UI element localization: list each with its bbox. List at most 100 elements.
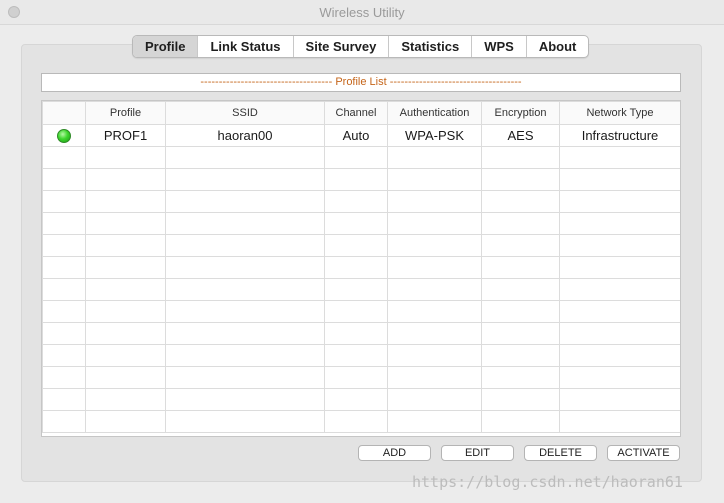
status-cell — [42, 124, 86, 147]
empty-cell — [387, 256, 482, 279]
empty-cell — [559, 322, 680, 345]
empty-table-row[interactable] — [42, 256, 680, 279]
empty-cell — [324, 234, 388, 257]
profile-list-header: ------------------------------------ Pro… — [41, 73, 681, 92]
empty-cell — [481, 366, 560, 389]
column-header-network-type[interactable]: Network Type — [559, 101, 680, 125]
empty-cell — [387, 190, 482, 213]
empty-cell — [481, 256, 560, 279]
empty-table-row[interactable] — [42, 168, 680, 191]
empty-cell — [85, 190, 166, 213]
empty-table-row[interactable] — [42, 212, 680, 235]
empty-cell — [387, 300, 482, 323]
empty-table-row[interactable] — [42, 344, 680, 367]
empty-cell — [481, 344, 560, 367]
empty-cell — [165, 212, 325, 235]
tab-about[interactable]: About — [527, 36, 589, 57]
column-header-profile[interactable]: Profile — [85, 101, 166, 125]
table-row[interactable]: PROF1 haoran00 Auto WPA-PSK AES Infrastr… — [42, 124, 680, 147]
empty-cell — [42, 146, 86, 169]
ssid-cell: haoran00 — [165, 124, 325, 147]
empty-cell — [387, 234, 482, 257]
empty-cell — [324, 146, 388, 169]
empty-cell — [85, 212, 166, 235]
empty-cell — [481, 388, 560, 411]
tab-link-status[interactable]: Link Status — [198, 36, 294, 57]
empty-cell — [85, 256, 166, 279]
empty-table-row[interactable] — [42, 366, 680, 389]
empty-cell — [324, 344, 388, 367]
empty-table-row[interactable] — [42, 190, 680, 213]
empty-cell — [165, 190, 325, 213]
empty-cell — [42, 366, 86, 389]
empty-cell — [559, 300, 680, 323]
window-title: Wireless Utility — [319, 5, 405, 20]
empty-table-row[interactable] — [42, 146, 680, 169]
empty-cell — [481, 300, 560, 323]
empty-cell — [559, 388, 680, 411]
encryption-cell: AES — [481, 124, 560, 147]
empty-table-row[interactable] — [42, 410, 680, 433]
empty-cell — [85, 300, 166, 323]
empty-cell — [324, 322, 388, 345]
empty-cell — [324, 410, 388, 433]
empty-table-row[interactable] — [42, 322, 680, 345]
empty-cell — [165, 234, 325, 257]
empty-table-row[interactable] — [42, 278, 680, 301]
empty-cell — [559, 410, 680, 433]
empty-cell — [324, 366, 388, 389]
edit-button[interactable]: EDIT — [441, 445, 514, 461]
empty-cell — [42, 278, 86, 301]
empty-cell — [85, 366, 166, 389]
empty-table-row[interactable] — [42, 388, 680, 411]
column-header-ssid[interactable]: SSID — [165, 101, 325, 125]
tab-statistics[interactable]: Statistics — [389, 36, 473, 57]
empty-cell — [85, 344, 166, 367]
empty-cell — [165, 410, 325, 433]
empty-cell — [387, 410, 482, 433]
empty-cell — [85, 322, 166, 345]
column-header-encryption[interactable]: Encryption — [481, 101, 560, 125]
empty-cell — [42, 190, 86, 213]
column-header-status — [42, 101, 86, 125]
empty-cell — [85, 168, 166, 191]
empty-cell — [324, 300, 388, 323]
empty-cell — [481, 234, 560, 257]
empty-cell — [481, 212, 560, 235]
tab-wps[interactable]: WPS — [472, 36, 527, 57]
empty-cell — [42, 388, 86, 411]
empty-cell — [42, 168, 86, 191]
empty-cell — [85, 388, 166, 411]
empty-cell — [85, 410, 166, 433]
empty-table-row[interactable] — [42, 234, 680, 257]
empty-cell — [85, 146, 166, 169]
empty-cell — [559, 212, 680, 235]
empty-cell — [387, 278, 482, 301]
empty-cell — [481, 146, 560, 169]
network-type-cell: Infrastructure — [559, 124, 680, 147]
add-button[interactable]: ADD — [358, 445, 431, 461]
empty-cell — [481, 168, 560, 191]
tab-profile[interactable]: Profile — [133, 36, 199, 57]
profile-cell: PROF1 — [85, 124, 166, 147]
empty-cell — [165, 300, 325, 323]
column-header-authentication[interactable]: Authentication — [387, 101, 482, 125]
connected-status-icon — [57, 129, 71, 144]
empty-cell — [324, 168, 388, 191]
empty-cell — [324, 388, 388, 411]
tab-site-survey[interactable]: Site Survey — [294, 36, 390, 57]
empty-cell — [387, 212, 482, 235]
empty-cell — [42, 322, 86, 345]
empty-cell — [42, 234, 86, 257]
title-bar: Wireless Utility — [0, 0, 724, 25]
empty-cell — [165, 388, 325, 411]
column-header-channel[interactable]: Channel — [324, 101, 388, 125]
activate-button[interactable]: ACTIVATE — [607, 445, 680, 461]
empty-cell — [559, 366, 680, 389]
empty-cell — [387, 366, 482, 389]
empty-cell — [481, 190, 560, 213]
empty-table-row[interactable] — [42, 300, 680, 323]
delete-button[interactable]: DELETE — [524, 445, 597, 461]
empty-cell — [559, 256, 680, 279]
empty-cell — [559, 344, 680, 367]
